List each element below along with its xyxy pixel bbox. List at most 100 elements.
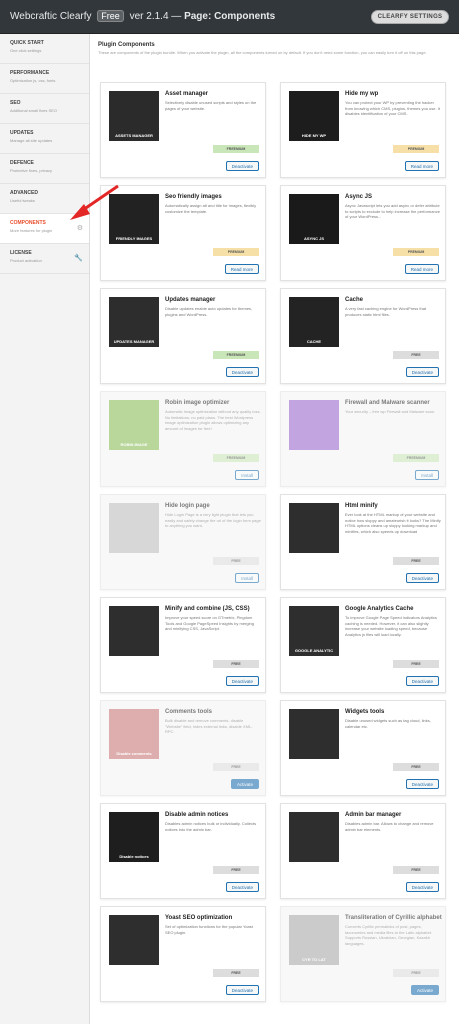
component-card: UPDATES MANAGER Updates manager Disable up… <box>100 288 266 384</box>
component-card: Minify and combine (JS, CSS) Improve your… <box>100 597 266 693</box>
component-card: FRIENDLY IMAGES Seo friendly images Automa… <box>100 185 266 281</box>
component-logo <box>109 503 159 553</box>
component-logo <box>109 606 159 656</box>
component-action-button[interactable]: Read more <box>404 264 439 274</box>
license-badge: FREE <box>213 969 259 977</box>
component-action-button[interactable]: Deactivate <box>405 882 439 892</box>
component-description: Automatically assign alt and title for i… <box>165 203 257 214</box>
sidebar-item-title: DEFENCE <box>10 160 34 166</box>
license-badge: FREE <box>393 660 439 668</box>
component-logo-label: Disable notices <box>119 854 149 859</box>
component-action-button[interactable]: Install <box>235 470 259 480</box>
component-name: Widgets tools <box>345 709 385 715</box>
version-label: ver 2.1.4 — <box>129 11 182 22</box>
component-card: Admin bar manager Disables admin bar. All… <box>280 803 446 899</box>
component-logo-label: HIDE MY WP <box>301 133 327 138</box>
component-logo-label: CACHE <box>306 339 322 344</box>
component-name: Cache <box>345 297 364 303</box>
component-logo: GOOGLE ANALYTIC <box>289 606 339 656</box>
sidebar-item-performance[interactable]: PERFORMANCE Optimization js, css, fonts <box>0 64 89 94</box>
component-description: Bulk disable and remove comments, disabl… <box>165 718 253 734</box>
sidebar-item-desc: Protective fixes, privacy <box>10 168 53 173</box>
component-logo <box>289 400 339 450</box>
component-card: Hide login page Hide Login Page is a very… <box>100 494 266 590</box>
sidebar-icon: ⚙ <box>76 225 83 232</box>
component-name: Hide login page <box>165 503 210 509</box>
component-card: Disable notices Disable admin notices Disa… <box>100 803 266 899</box>
component-action-button[interactable]: Install <box>235 573 259 583</box>
component-logo-label: ROBIN IMAGE <box>120 442 148 447</box>
sidebar-item-seo[interactable]: SEO Additional small fixes SEO <box>0 94 89 124</box>
component-logo-label: FRIENDLY IMAGES <box>115 236 153 241</box>
license-badge: FREE <box>213 866 259 874</box>
clearfy-settings-button[interactable]: CLEARFY SETTINGS <box>371 10 449 24</box>
license-badge: FREE <box>393 763 439 771</box>
component-action-button[interactable]: Install <box>415 470 439 480</box>
component-name: Robin image optimizer <box>165 400 230 406</box>
component-name: Minify and combine (JS, CSS) <box>165 606 250 612</box>
component-action-button[interactable]: Deactivate <box>405 779 439 789</box>
component-action-button[interactable]: Activate <box>410 985 439 995</box>
license-badge: FREE <box>393 969 439 977</box>
component-card: CACHE Cache A very fast caching engine for… <box>280 288 446 384</box>
sidebar-item-updates[interactable]: UPDATES Manage all site updates <box>0 124 89 154</box>
component-card: HIDE MY WP Hide my wp You can protect your… <box>280 82 446 178</box>
component-description: You can protect your WP by preventing th… <box>345 100 440 116</box>
license-badge: FREE <box>393 557 439 565</box>
license-badge: FREE <box>213 557 259 565</box>
component-logo: Disable notices <box>109 812 159 862</box>
component-description: To improve Google Page Speed indicators … <box>345 615 437 637</box>
sidebar-icon: 🔧 <box>74 255 83 262</box>
component-action-button[interactable]: Read more <box>224 264 259 274</box>
license-badge: FREEMIUM <box>393 454 439 462</box>
component-logo <box>289 503 339 553</box>
sidebar-item-desc: Additional small fixes SEO <box>10 108 57 113</box>
component-action-button[interactable]: Deactivate <box>225 161 259 171</box>
section-title: Plugin Components <box>98 42 155 48</box>
red-arrow-annotation <box>70 184 119 220</box>
component-description: Converts Cyrillic permalinks of post, pa… <box>345 924 432 946</box>
sidebar-item-desc: One click settings <box>10 48 42 53</box>
license-badge: FREE <box>213 660 259 668</box>
component-logo-label: ASSETS MANAGER <box>115 133 153 138</box>
component-logo <box>109 915 159 965</box>
sidebar-item-license[interactable]: LICENSE Product activation 🔧 <box>0 244 89 274</box>
component-action-button[interactable]: Deactivate <box>405 676 439 686</box>
component-logo-label: CYR TO LAT <box>302 957 326 962</box>
component-description: Your security – free wp Firewall and Mal… <box>345 409 436 414</box>
component-logo: ASYNC JS <box>289 194 339 244</box>
component-card: ASYNC JS Async JS Async Javascript lets yo… <box>280 185 446 281</box>
component-action-button[interactable]: Activate <box>230 779 259 789</box>
license-badge: PREMIUM <box>393 145 439 153</box>
component-description: Disables admin notices bulk or individua… <box>165 821 257 832</box>
component-action-button[interactable]: Deactivate <box>225 882 259 892</box>
sidebar: QUICK START One click settings PERFORMANCE… <box>0 34 90 1024</box>
component-action-button[interactable]: Read more <box>404 161 439 171</box>
component-card: Disable comments Comments tools Bulk disab… <box>100 700 266 796</box>
component-action-button[interactable]: Deactivate <box>225 985 259 995</box>
component-action-button[interactable]: Deactivate <box>225 367 259 377</box>
component-description: Hide Login Page is a very light plugin t… <box>165 512 261 528</box>
component-card: CYR TO LAT Transliteration of Cyrillic al… <box>280 906 446 1002</box>
sidebar-item-title: UPDATES <box>10 130 34 136</box>
component-description: Disables admin bar. Allows to change and… <box>345 821 434 832</box>
license-badge: FREEMIUM <box>213 145 259 153</box>
license-badge: PREMIUM <box>393 248 439 256</box>
sidebar-item-defence[interactable]: DEFENCE Protective fixes, privacy <box>0 154 89 184</box>
component-action-button[interactable]: Deactivate <box>405 573 439 583</box>
component-action-button[interactable]: Deactivate <box>225 676 259 686</box>
component-logo-label: UPDATES MANAGER <box>113 339 155 344</box>
component-action-button[interactable]: Deactivate <box>405 367 439 377</box>
component-card: ROBIN IMAGE Robin image optimizer Automati… <box>100 391 266 487</box>
component-description: Set of optimization functions for the po… <box>165 924 253 935</box>
component-logo: Disable comments <box>109 709 159 759</box>
component-logo-label: GOOGLE ANALYTIC <box>294 648 334 653</box>
license-badge: PREMIUM <box>213 248 259 256</box>
sidebar-item-quick-start[interactable]: QUICK START One click settings <box>0 34 89 64</box>
sidebar-item-title: SEO <box>10 100 21 106</box>
component-name: Google Analytics Cache <box>345 606 414 612</box>
component-logo: CYR TO LAT <box>289 915 339 965</box>
sidebar-item-title: PERFORMANCE <box>10 70 50 76</box>
component-name: Hide my wp <box>345 91 379 97</box>
component-description: Disable unused widgets such as tag cloud… <box>345 718 431 729</box>
